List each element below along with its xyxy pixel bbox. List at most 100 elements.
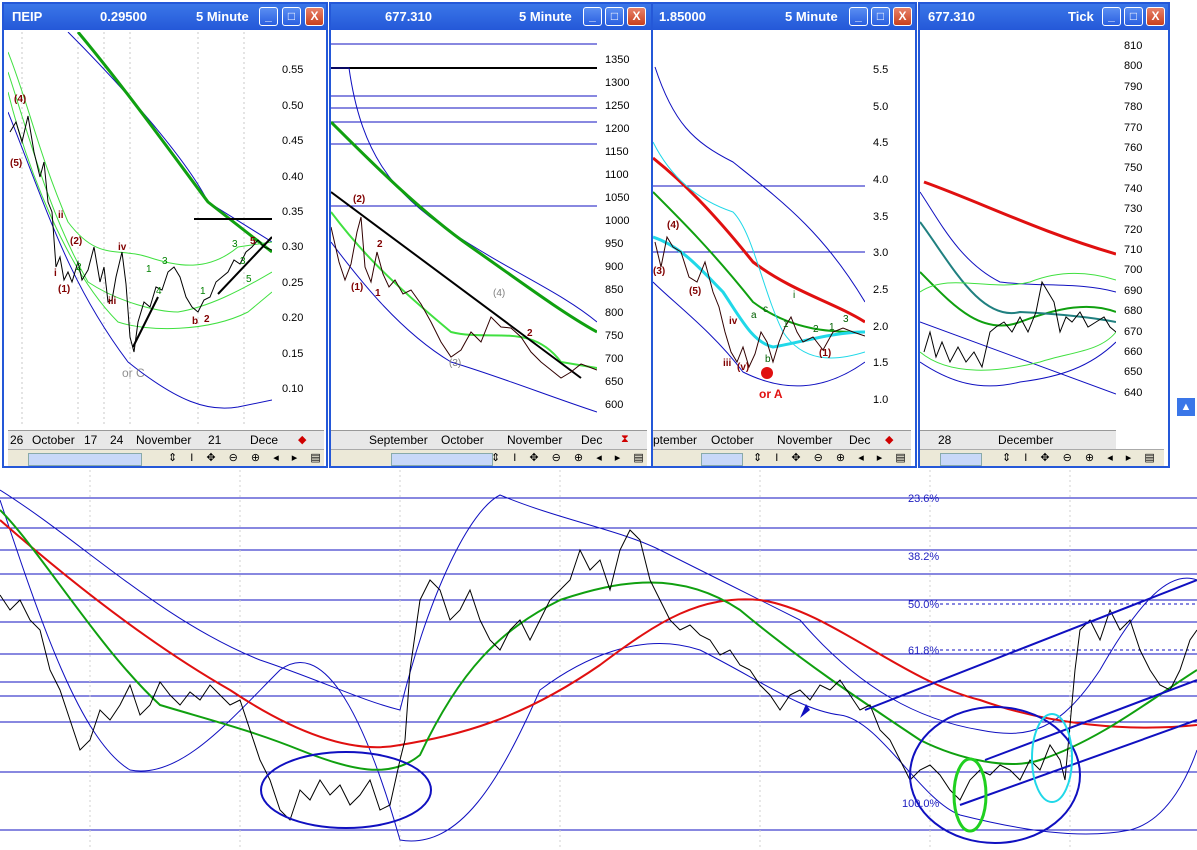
date-label: 21 xyxy=(208,433,222,447)
minimize-button[interactable]: _ xyxy=(849,7,868,26)
chart-scrollbar[interactable]: ⇕ I ✥ ⊖ ⊕ ◂ ▸ ▤ xyxy=(331,449,649,466)
close-button[interactable]: X xyxy=(305,7,324,26)
date-label: October xyxy=(32,433,75,447)
wave-label: 1 xyxy=(375,288,381,299)
scroll-thumb[interactable] xyxy=(940,453,982,466)
wave-label: 2 xyxy=(204,314,210,325)
vertical-grid xyxy=(89,470,1071,850)
scroll-up-button[interactable]: ▲ xyxy=(1176,397,1196,417)
chart-window-1[interactable]: ΠΕΙΡ 0.29500 5 Minute _ □ X (4) (5) ii i… xyxy=(2,2,328,468)
window-titlebar[interactable]: 677.310 Tick _ □ X xyxy=(920,4,1168,30)
wave-label: c xyxy=(763,304,768,315)
wave-label: 4 xyxy=(156,286,162,297)
trend-blue xyxy=(920,321,1116,395)
date-label: October xyxy=(711,433,754,447)
date-label: December xyxy=(998,433,1054,447)
y-tick-label: 650 xyxy=(605,376,624,388)
date-label: 24 xyxy=(110,433,124,447)
y-tick-label: 4.5 xyxy=(873,137,889,149)
y-tick-label: 0.15 xyxy=(282,348,304,360)
minimize-button[interactable]: _ xyxy=(259,7,278,26)
main-chart: 23.6% 38.2% 50.0% 61.8% 100.0% xyxy=(0,470,1197,850)
window-titlebar[interactable]: 1.85000 5 Minute _ □ X xyxy=(653,4,915,30)
maximize-button[interactable]: □ xyxy=(1124,7,1143,26)
y-tick-label: 780 xyxy=(1124,101,1143,113)
wave-label: (5) xyxy=(689,286,701,297)
y-axis: 5.5 5.0 4.5 4.0 3.5 3.0 2.5 2.0 1.5 1.0 xyxy=(867,32,913,424)
y-tick-label: 900 xyxy=(605,261,624,273)
y-tick-label: 3.5 xyxy=(873,211,889,223)
close-button[interactable]: X xyxy=(627,7,646,26)
y-tick-label: 1000 xyxy=(605,215,630,227)
y-tick-label: 5.0 xyxy=(873,101,889,113)
highlight-ellipse-cyan xyxy=(1031,713,1073,803)
chart-window-4[interactable]: 677.310 Tick _ □ X 810 800 790 780 770 7… xyxy=(918,2,1170,468)
chart-interval: 5 Minute xyxy=(519,9,572,24)
wave-label: (1) xyxy=(58,284,70,295)
chart-plot-area: (2) (1) 2 1 2 (3) (4) xyxy=(331,32,597,424)
scroll-thumb[interactable] xyxy=(701,453,743,466)
chart-toolbar[interactable]: ⇕ I ✥ ⊖ ⊕ ◂ ▸ ▤ xyxy=(753,451,911,464)
y-tick-label: 750 xyxy=(605,330,624,342)
band-outer-lower xyxy=(8,111,272,409)
chart-symbol: ΠΕΙΡ xyxy=(12,9,43,24)
chart-price: 677.310 xyxy=(385,9,432,24)
band-outer-upper xyxy=(331,67,597,323)
y-tick-label: 660 xyxy=(1124,346,1143,358)
chart-window-2[interactable]: 677.310 5 Minute _ □ X (2) (1) 2 1 2 (3)… xyxy=(329,2,653,468)
fib-labels: 23.6% 38.2% 50.0% 61.8% 100.0% xyxy=(902,493,940,810)
chart-toolbar[interactable]: ⇕ I ✥ ⊖ ⊕ ◂ ▸ ▤ xyxy=(168,451,326,464)
hourglass-icon[interactable]: ⧗ xyxy=(621,433,629,446)
y-tick-label: 750 xyxy=(1124,162,1143,174)
scroll-thumb[interactable] xyxy=(28,453,142,466)
y-tick-label: 1350 xyxy=(605,54,630,66)
date-label: 26 xyxy=(10,433,24,447)
chart-window-3[interactable]: 1.85000 5 Minute _ □ X (4) (3) (5) iv ii… xyxy=(651,2,917,468)
y-tick-label: 0.45 xyxy=(282,135,304,147)
maximize-button[interactable]: □ xyxy=(605,7,624,26)
chart-toolbar[interactable]: ⇕ I ✥ ⊖ ⊕ ◂ ▸ ▤ xyxy=(1002,451,1160,464)
y-tick-label: 0.40 xyxy=(282,171,304,183)
minimize-button[interactable]: _ xyxy=(583,7,602,26)
turtle-icon[interactable]: ◆ xyxy=(885,433,893,446)
wave-label: (3) xyxy=(449,358,461,369)
wave-label: 3 xyxy=(240,256,246,267)
chart-scrollbar[interactable]: ⇕ I ✥ ⊖ ⊕ ◂ ▸ ▤ xyxy=(920,449,1164,466)
wave-label: 5 xyxy=(250,236,256,247)
y-tick-label: 0.55 xyxy=(282,64,304,76)
y-tick-label: 2.5 xyxy=(873,284,889,296)
turtle-icon[interactable]: ◆ xyxy=(298,433,306,446)
close-button[interactable]: X xyxy=(893,7,912,26)
y-tick-label: 5.5 xyxy=(873,64,889,76)
chart-toolbar[interactable]: ⇕ I ✥ ⊖ ⊕ ◂ ▸ ▤ xyxy=(491,451,649,464)
window-titlebar[interactable]: 677.310 5 Minute _ □ X xyxy=(331,4,651,30)
ma-red xyxy=(923,180,1116,256)
horizontal-levels xyxy=(653,185,865,253)
chart-interval: 5 Minute xyxy=(196,9,249,24)
chart-scrollbar[interactable]: ⇕ I ✥ ⊖ ⊕ ◂ ▸ ▤ xyxy=(8,449,326,466)
wave-label: 2 xyxy=(377,239,383,250)
y-tick-label: 1100 xyxy=(605,169,629,181)
ma-light-green-upper xyxy=(920,273,1116,293)
y-axis: 1350 1300 1250 1200 1150 1100 1050 1000 … xyxy=(599,32,645,424)
horizontal-levels xyxy=(0,497,1197,831)
y-tick-label: 1300 xyxy=(605,77,630,89)
scroll-thumb[interactable] xyxy=(391,453,493,466)
chart-interval: 5 Minute xyxy=(785,9,838,24)
y-tick-label: 2.0 xyxy=(873,321,889,333)
minimize-button[interactable]: _ xyxy=(1102,7,1121,26)
chart-scrollbar[interactable]: ⇕ I ✥ ⊖ ⊕ ◂ ▸ ▤ xyxy=(653,449,911,466)
band-outer-upper xyxy=(67,32,272,243)
fib-label: 100.0% xyxy=(902,798,940,810)
close-button[interactable]: X xyxy=(1146,7,1165,26)
y-tick-label: 0.10 xyxy=(282,383,304,395)
date-label: November xyxy=(136,433,192,447)
date-label: Dec xyxy=(849,433,871,447)
maximize-button[interactable]: □ xyxy=(871,7,890,26)
fib-label: 23.6% xyxy=(908,493,939,505)
window-titlebar[interactable]: ΠΕΙΡ 0.29500 5 Minute _ □ X xyxy=(4,4,326,30)
wave-label: b xyxy=(765,354,771,365)
y-tick-label: 720 xyxy=(1124,224,1143,236)
wave-label: (4) xyxy=(493,288,505,299)
maximize-button[interactable]: □ xyxy=(282,7,301,26)
